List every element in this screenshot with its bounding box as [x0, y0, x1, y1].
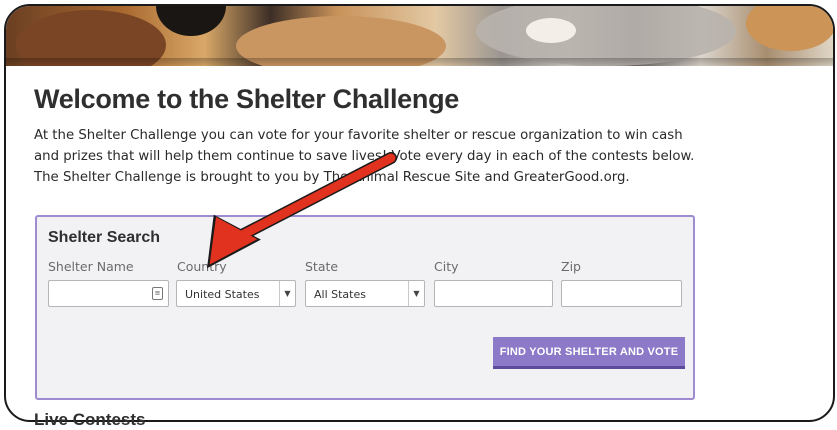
- contact-card-icon: ≡: [152, 287, 163, 300]
- state-label: State: [305, 259, 339, 274]
- chevron-down-icon: ▼: [279, 281, 295, 306]
- shelter-search-title: Shelter Search: [48, 229, 161, 246]
- intro-paragraph: At the Shelter Challenge you can vote fo…: [34, 128, 695, 185]
- shelter-name-label: Shelter Name: [48, 259, 134, 274]
- state-select-value: All States: [314, 288, 366, 301]
- zip-input[interactable]: [561, 280, 682, 307]
- find-shelter-button[interactable]: FIND YOUR SHELTER AND VOTE: [493, 337, 685, 369]
- country-select-value: United States: [185, 288, 260, 301]
- live-contests-heading: Live Contests: [34, 410, 146, 429]
- shelter-name-input[interactable]: ≡: [48, 280, 169, 307]
- city-label: City: [434, 259, 459, 274]
- chevron-down-icon: ▼: [408, 281, 424, 306]
- page-title: Welcome to the Shelter Challenge: [34, 84, 459, 114]
- zip-label: Zip: [561, 259, 581, 274]
- city-input[interactable]: [434, 280, 553, 307]
- country-label: Country: [177, 259, 227, 274]
- state-select[interactable]: All States ▼: [305, 280, 425, 307]
- shelter-search-panel: Shelter Search Shelter Name Country Stat…: [35, 215, 695, 400]
- hero-banner-image: [6, 6, 833, 66]
- country-select[interactable]: United States ▼: [176, 280, 296, 307]
